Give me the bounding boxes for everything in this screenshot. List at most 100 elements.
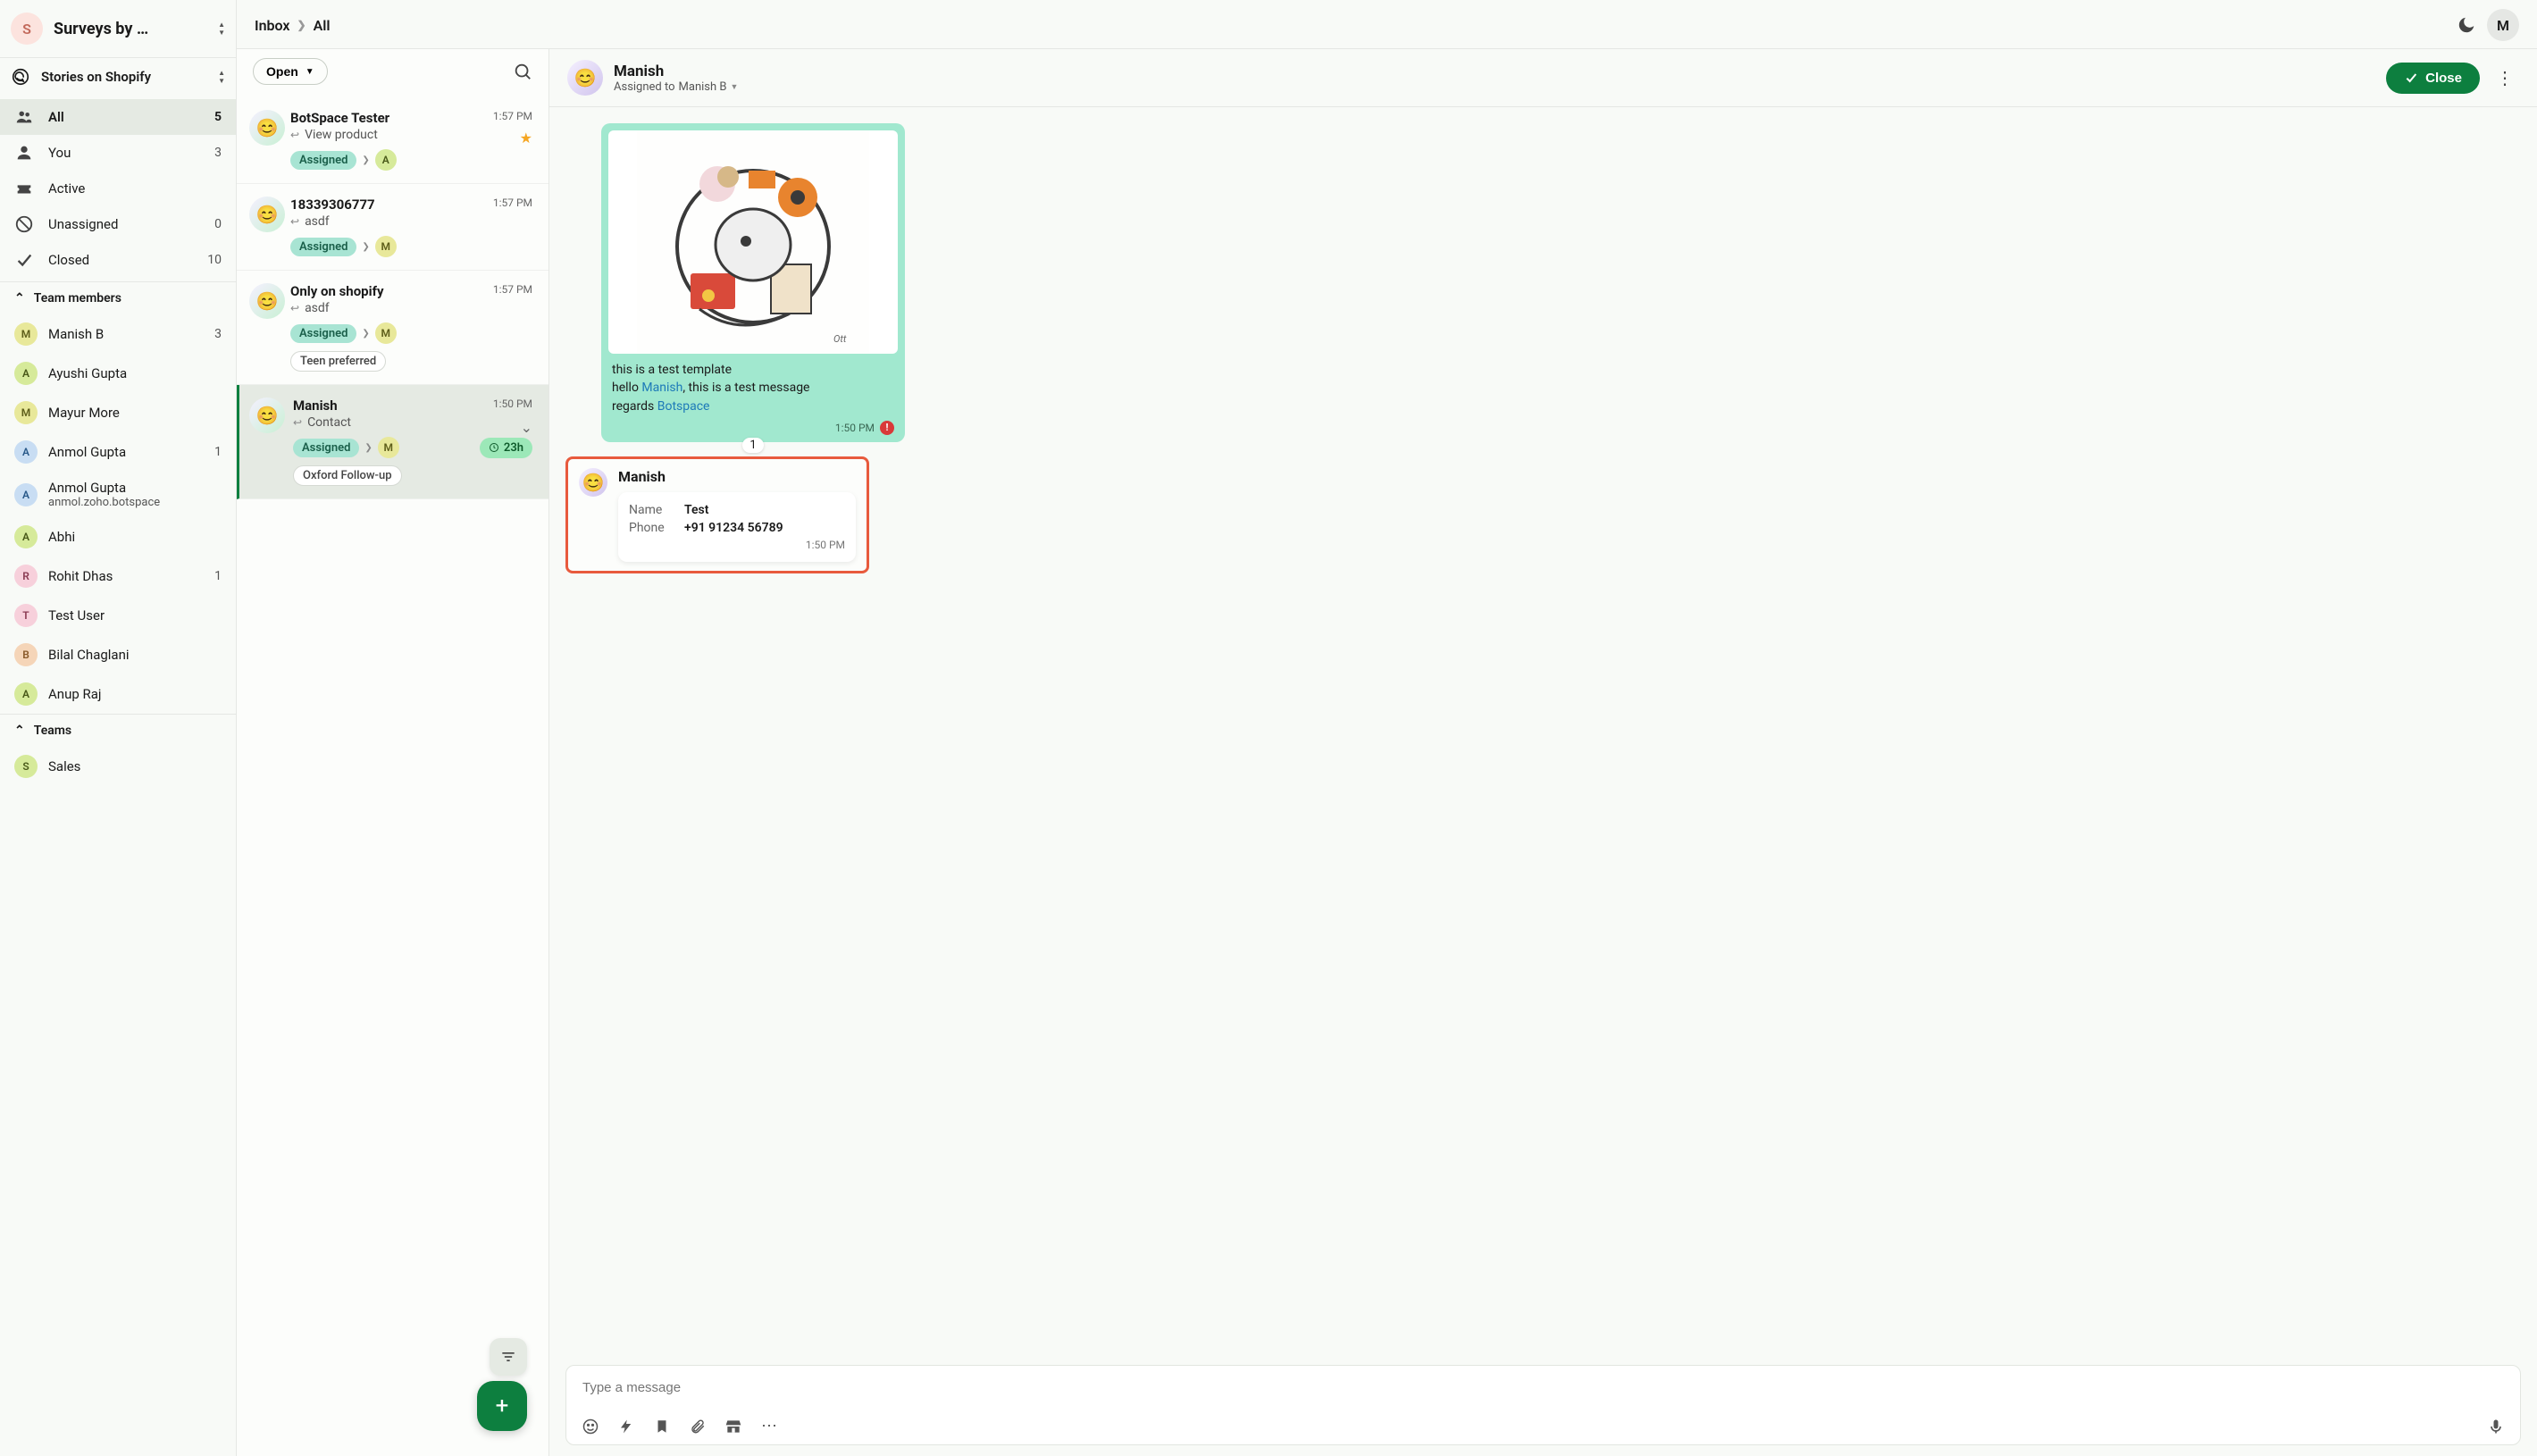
close-label: Close — [2425, 71, 2462, 86]
star-icon[interactable]: ★ — [520, 130, 532, 146]
conversation-item[interactable]: BotSpace Tester 1:57 PM ↩View product ★ … — [237, 97, 548, 184]
contact-name[interactable]: Manish — [614, 63, 738, 80]
sidebar-member[interactable]: M Mayur More — [0, 393, 236, 432]
assigned-chip: Assigned — [293, 439, 359, 457]
conversation-item[interactable]: 18339306777 1:57 PM ↩asdf Assigned ❯ M — [237, 184, 548, 271]
conversation-item[interactable]: Only on shopify 1:57 PM ↩asdf Assigned ❯… — [237, 271, 548, 385]
sidebar-member[interactable]: R Rohit Dhas 1 — [0, 556, 236, 596]
chevron-updown-icon[interactable]: ▲▼ — [218, 69, 225, 85]
ticket-icon — [14, 179, 34, 198]
sidebar-member[interactable]: T Test User — [0, 596, 236, 635]
reply-icon: ↩ — [293, 416, 302, 429]
chevron-right-icon: ❯ — [362, 242, 369, 252]
nav-label: Active — [48, 180, 85, 197]
workspace-name: Surveys by … — [54, 20, 204, 38]
workspace-switcher[interactable]: S Surveys by … ▲▼ — [0, 0, 236, 57]
nav-all[interactable]: All 5 — [0, 99, 236, 135]
current-user-avatar[interactable]: M — [2487, 9, 2519, 41]
member-count: 1 — [214, 445, 222, 459]
svg-text:Ott: Ott — [833, 333, 847, 345]
message-text: this is a test template hello Manish, th… — [608, 359, 898, 417]
member-list: M Manish B 3A Ayushi Gupta M Mayur More … — [0, 314, 236, 714]
sidebar-member[interactable]: A Anmol Gupta 1 — [0, 432, 236, 472]
team-list: S Sales — [0, 747, 236, 786]
conversation-time: 1:50 PM — [493, 397, 532, 410]
chevron-down-icon[interactable]: ⌄ — [521, 419, 532, 436]
assigned-chip: Assigned — [290, 151, 356, 170]
section-team-members[interactable]: ⌃ Team members — [0, 281, 236, 314]
conversation-time: 1:57 PM — [493, 283, 532, 296]
sidebar-member[interactable]: A Abhi — [0, 517, 236, 556]
error-icon[interactable]: ! — [880, 421, 894, 435]
assigned-chip: Assigned — [290, 324, 356, 343]
conversation-preview: ↩asdf — [290, 214, 532, 229]
sidebar-member[interactable]: A Anup Raj — [0, 674, 236, 714]
nav-you[interactable]: You 3 — [0, 135, 236, 171]
quick-reply-icon[interactable] — [616, 1418, 636, 1435]
mic-icon[interactable] — [2486, 1418, 2506, 1435]
assignment-dropdown[interactable]: Assigned to Manish B ▼ — [614, 80, 738, 94]
conversation-item[interactable]: Manish 1:50 PM ↩Contact ⌄ Assigned ❯ M23… — [237, 385, 548, 499]
tag-chip: Oxford Follow-up — [293, 465, 402, 486]
nav-count: 10 — [207, 253, 222, 267]
filter-fab[interactable] — [490, 1338, 527, 1376]
people-icon — [14, 107, 34, 127]
channel-switcher[interactable]: Stories on Shopify ▲▼ — [0, 57, 236, 96]
store-icon[interactable] — [724, 1418, 743, 1435]
sla-chip: 23h — [480, 438, 532, 458]
attachment-icon[interactable] — [688, 1418, 708, 1435]
emoji-icon[interactable] — [581, 1418, 600, 1435]
outbound-message[interactable]: Ott this is a test template hello Manish… — [601, 123, 905, 442]
sidebar-member[interactable]: M Manish B 3 — [0, 314, 236, 354]
sidebar-member[interactable]: B Bilal Chaglani — [0, 635, 236, 674]
more-options-button[interactable]: ⋮ — [2491, 67, 2519, 88]
avatar: B — [14, 643, 38, 666]
conversation-list-panel: Open ▼ BotSpace Tester 1:57 PM ↩View pro… — [237, 49, 549, 1456]
assignee-avatar: M — [375, 322, 397, 344]
avatar: A — [14, 483, 38, 506]
chat-panel: Manish Assigned to Manish B ▼ Close ⋮ — [549, 49, 2537, 1456]
nav-closed[interactable]: Closed 10 — [0, 242, 236, 278]
member-name: Anmol Gupta — [48, 480, 160, 496]
member-name: Abhi — [48, 529, 75, 545]
reply-icon: ↩ — [290, 302, 299, 314]
check-icon — [14, 250, 34, 270]
conversation-preview: ↩View product — [290, 128, 532, 142]
dark-mode-toggle[interactable] — [2457, 15, 2476, 35]
status-filter-button[interactable]: Open ▼ — [253, 58, 328, 85]
inbound-contact-message[interactable]: Manish Name Test Phone +91 91234 56789 — [565, 456, 869, 573]
nav-unassigned[interactable]: Unassigned 0 — [0, 206, 236, 242]
more-icon[interactable]: ⋯ — [759, 1417, 779, 1435]
new-conversation-fab[interactable]: + — [477, 1381, 527, 1431]
member-name: Anup Raj — [48, 686, 101, 702]
nav-active[interactable]: Active — [0, 171, 236, 206]
sidebar-member[interactable]: A Ayushi Gupta — [0, 354, 236, 393]
avatar: S — [14, 755, 38, 778]
avatar: R — [14, 565, 38, 588]
contact-avatar — [249, 397, 285, 433]
avatar: T — [14, 604, 38, 627]
sidebar-team[interactable]: S Sales — [0, 747, 236, 786]
assignee-avatar: M — [378, 437, 399, 458]
chevron-updown-icon[interactable]: ▲▼ — [218, 21, 225, 37]
tag-chip: Teen preferred — [290, 351, 386, 372]
filter-label: Open — [266, 64, 298, 79]
section-label: Team members — [34, 291, 121, 305]
bookmark-icon[interactable] — [652, 1418, 672, 1435]
team-name: Sales — [48, 758, 80, 774]
sidebar-member[interactable]: A Anmol Guptaanmol.zoho.botspace — [0, 472, 236, 517]
message-input[interactable] — [566, 1366, 2520, 1410]
breadcrumb-inbox[interactable]: Inbox — [255, 17, 290, 34]
chevron-down-icon: ▼ — [306, 67, 314, 77]
avatar: A — [14, 440, 38, 464]
reaction-count[interactable]: 1 — [742, 438, 764, 453]
blocked-icon — [14, 214, 34, 234]
close-conversation-button[interactable]: Close — [2386, 63, 2480, 94]
caret-down-icon: ▼ — [731, 82, 739, 92]
section-teams[interactable]: ⌃ Teams — [0, 714, 236, 747]
workspace-avatar: S — [11, 13, 43, 45]
avatar: M — [14, 322, 38, 346]
search-button[interactable] — [513, 62, 532, 81]
conversation-time: 1:57 PM — [493, 197, 532, 209]
avatar: A — [14, 362, 38, 385]
